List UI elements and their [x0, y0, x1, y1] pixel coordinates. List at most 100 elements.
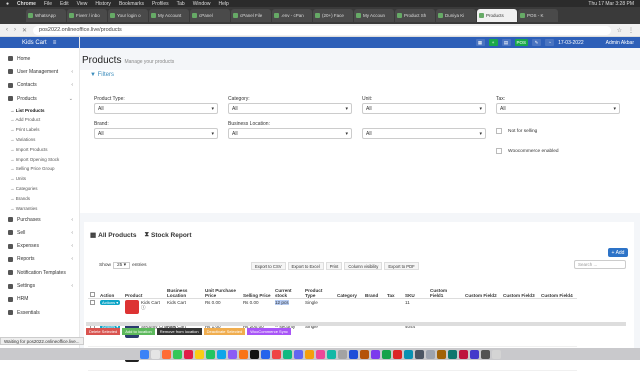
bulk-action-button[interactable]: Delete Selected [86, 328, 121, 335]
dock-app-icon[interactable] [139, 349, 149, 359]
browser-tab-0[interactable]: WhatsApp [26, 9, 66, 22]
brand-name[interactable]: Kids Cart [22, 40, 47, 46]
mac-menu-2[interactable]: Edit [60, 1, 69, 7]
mac-menu-7[interactable]: Tab [177, 1, 185, 7]
dock-app-icon[interactable] [216, 349, 226, 359]
sidebar-item-settings[interactable]: Settings ‹ [0, 279, 79, 292]
sidebar-subitem[interactable]: → Add Product [0, 115, 79, 125]
browser-tab-12[interactable]: POS - K [518, 9, 558, 22]
woocommerce-enabled-checkbox[interactable]: Woocommerce enabled [496, 148, 559, 154]
mac-menu-6[interactable]: Profiles [152, 1, 169, 7]
checkbox-box[interactable] [496, 128, 502, 134]
bulk-action-button[interactable]: WooCommerce Sync [247, 328, 291, 335]
browser-tab-11[interactable]: Products [477, 9, 517, 22]
dock-app-icon[interactable] [348, 349, 358, 359]
bell-icon[interactable]: ◔ [545, 39, 555, 46]
dock-app-icon[interactable] [293, 349, 303, 359]
dock-app-icon[interactable] [161, 349, 171, 359]
mac-menu-0[interactable]: Chrome [17, 1, 36, 7]
sidebar-item-hrm[interactable]: HRM [0, 293, 79, 306]
dock-app-icon[interactable] [403, 349, 413, 359]
mac-menu-3[interactable]: View [77, 1, 88, 7]
dock-app-icon[interactable] [183, 349, 193, 359]
brand-select[interactable]: All ▾ [94, 128, 218, 139]
export-button[interactable]: Column visibility [344, 262, 383, 270]
sidebar-item-essentials[interactable]: Essentials [0, 306, 79, 319]
browser-tab-7[interactable]: (20+) Face [313, 9, 353, 22]
dock-app-icon[interactable] [469, 349, 479, 359]
browser-tab-9[interactable]: Product Sh [395, 9, 435, 22]
mac-menu-5[interactable]: Bookmarks [119, 1, 144, 7]
dock-app-icon[interactable] [425, 349, 435, 359]
page-length-select[interactable]: 25 ▾ [113, 262, 131, 269]
bulk-action-button[interactable]: Deactivate Selected [203, 328, 246, 335]
sidebar-item-user-management[interactable]: User Management ‹ [0, 65, 79, 78]
not-for-selling-checkbox[interactable]: Not for selling [496, 128, 537, 134]
browser-tab-6[interactable]: .env - cPan [272, 9, 312, 22]
tab-all-products[interactable]: ▦ All Products [90, 231, 136, 240]
actions-dropdown-button[interactable]: Actions ▾ [100, 299, 121, 305]
dock-app-icon[interactable] [271, 349, 281, 359]
extra-filter-select[interactable]: All ▾ [362, 128, 486, 139]
dock-app-icon[interactable] [359, 349, 369, 359]
sidebar-item-purchases[interactable]: Purchases ‹ [0, 213, 79, 226]
sidebar-item-notification-templates[interactable]: Notification Templates [0, 266, 79, 279]
sidebar-item-home[interactable]: Home [0, 52, 79, 65]
browser-tab-2[interactable]: Your login o [108, 9, 148, 22]
search-input[interactable]: Search ... [574, 260, 626, 269]
user-menu[interactable]: Admin Akbar [606, 40, 634, 46]
mac-menu-4[interactable]: History [95, 1, 111, 7]
dock-app-icon[interactable] [282, 349, 292, 359]
browser-tab-4[interactable]: cPanel [190, 9, 230, 22]
horizontal-scrollbar[interactable] [86, 322, 626, 326]
sidebar-subitem[interactable]: → Import Opening Stock [0, 154, 79, 164]
export-button[interactable]: Export to Excel [287, 262, 324, 270]
sidebar-subitem[interactable]: → List Products [0, 105, 79, 115]
apple-icon[interactable]: ● [6, 1, 9, 7]
dock-app-icon[interactable] [414, 349, 424, 359]
dock-app-icon[interactable] [172, 349, 182, 359]
back-icon[interactable]: ‹ [6, 27, 8, 33]
row-checkbox[interactable] [88, 298, 98, 323]
forward-icon[interactable]: › [14, 27, 16, 33]
dock-app-icon[interactable] [227, 349, 237, 359]
dock-app-icon[interactable] [458, 349, 468, 359]
dock-app-icon[interactable] [447, 349, 457, 359]
sidebar-subitem[interactable]: → Selling Price Group [0, 164, 79, 174]
dock-app-icon[interactable] [260, 349, 270, 359]
dock-app-icon[interactable] [315, 349, 325, 359]
export-button[interactable]: Print [325, 262, 343, 270]
stock-icon[interactable]: ▤ [501, 39, 511, 46]
sidebar-subitem[interactable]: → Brands [0, 193, 79, 203]
mac-menu-9[interactable]: Help [219, 1, 229, 7]
pos-button[interactable]: POS [514, 39, 529, 46]
bulk-action-button[interactable]: Add to location [122, 328, 155, 335]
sidebar-item-expenses[interactable]: Expenses ‹ [0, 240, 79, 253]
product-type-select[interactable]: All ▾ [94, 103, 218, 114]
dock-app-icon[interactable] [337, 349, 347, 359]
sidebar-item-products[interactable]: Products ⌄ [0, 92, 79, 105]
business-location-select[interactable]: All ▾ [228, 128, 352, 139]
dock-app-icon[interactable] [238, 349, 248, 359]
sidebar-item-sell[interactable]: Sell ‹ [0, 226, 79, 239]
dock-app-icon[interactable] [436, 349, 446, 359]
dock-app-icon[interactable] [326, 349, 336, 359]
export-button[interactable]: Export to PDF [384, 262, 419, 270]
browser-tab-8[interactable]: My Accoun [354, 9, 394, 22]
browser-tab-1[interactable]: Fiverr / inbo [67, 9, 107, 22]
dock-app-icon[interactable] [480, 349, 490, 359]
dock-app-icon[interactable] [392, 349, 402, 359]
sidebar-item-reports[interactable]: Reports ‹ [0, 253, 79, 266]
sidebar-item-contacts[interactable]: Contacts ‹ [0, 79, 79, 92]
browser-tab-3[interactable]: My Account [149, 9, 189, 22]
dock-app-icon[interactable] [205, 349, 215, 359]
sidebar-subitem[interactable]: → Warranties [0, 203, 79, 213]
dock-app-icon[interactable] [370, 349, 380, 359]
dock-app-icon[interactable] [381, 349, 391, 359]
dock-app-icon[interactable] [150, 349, 160, 359]
sidebar-subitem[interactable]: → Import Products [0, 144, 79, 154]
mac-menu-8[interactable]: Window [193, 1, 211, 7]
tab-stock-report[interactable]: ⧗ Stock Report [144, 231, 191, 239]
calculator-icon[interactable]: ▦ [475, 39, 485, 46]
sidebar-subitem[interactable]: → Variations [0, 135, 79, 145]
